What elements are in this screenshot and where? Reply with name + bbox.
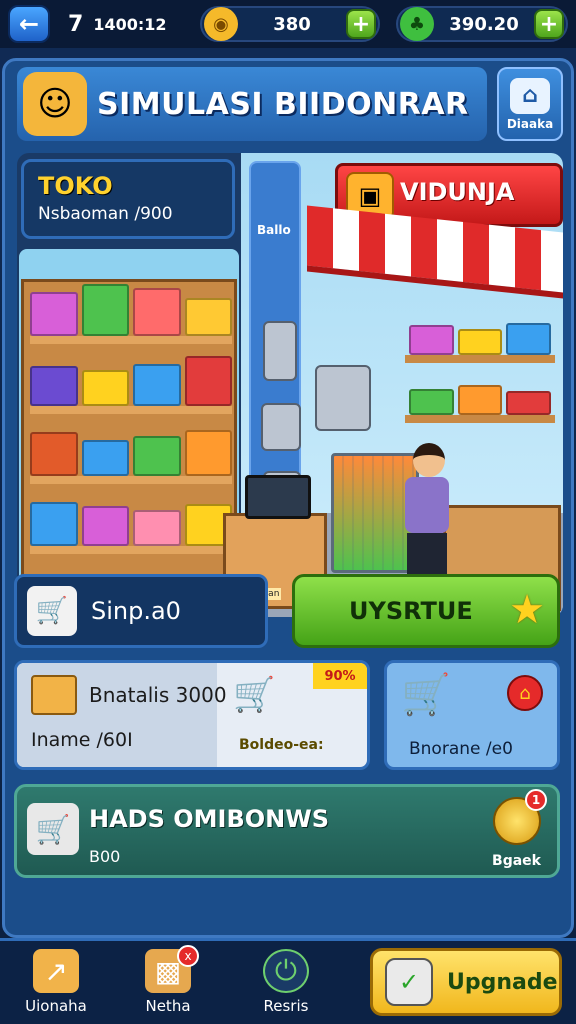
shop-badge-label: Diaaka bbox=[506, 116, 554, 131]
title-bar: ☺ SIMULASI BIIDONRAR bbox=[17, 67, 487, 141]
shelf-row bbox=[30, 424, 232, 484]
upgrade-button[interactable]: ✓ Upgnade bbox=[370, 948, 562, 1016]
gems-value: 390.20 bbox=[449, 13, 519, 35]
device-item bbox=[263, 321, 297, 381]
product-box bbox=[81, 440, 129, 476]
store-name: TOKO bbox=[38, 172, 113, 200]
shelf-row bbox=[405, 313, 555, 363]
left-shelf bbox=[21, 279, 237, 609]
product-box bbox=[409, 389, 454, 415]
device-item bbox=[261, 403, 301, 451]
left-shelf-area bbox=[19, 249, 239, 611]
cart-goods-icon: 🛒 bbox=[27, 586, 77, 636]
nav-label: Netha bbox=[145, 997, 191, 1015]
crate-icon: ▩ x bbox=[145, 945, 199, 993]
cart-card[interactable]: 🛒 ⌂ Bnorane /e0 bbox=[384, 660, 560, 770]
home-icon[interactable]: ⌂ bbox=[507, 675, 543, 711]
store-scene[interactable]: Ballo ▣ VIDUNJA TOKO Nsbaoman /900 bbox=[17, 153, 563, 617]
add-coins-button[interactable]: + bbox=[346, 9, 376, 39]
shop-badge-button[interactable]: ⌂ Diaaka bbox=[497, 67, 563, 141]
nav-item-uionaha[interactable]: ↗ Uionaha bbox=[16, 949, 96, 1023]
laptop-item[interactable] bbox=[245, 475, 311, 519]
product-box bbox=[133, 436, 181, 476]
coins-counter: ◉ 380 + bbox=[200, 6, 380, 42]
primary-action-button[interactable]: UYSRTUE ★ bbox=[292, 574, 560, 648]
atm-machine bbox=[315, 365, 371, 431]
discount-tag: 90% bbox=[313, 663, 367, 689]
side-panel-label: Ballo bbox=[257, 223, 291, 237]
crate-icon bbox=[31, 675, 77, 715]
product-box bbox=[133, 510, 181, 546]
primary-action-label: UYSRTUE bbox=[349, 597, 473, 625]
product-box bbox=[184, 298, 232, 336]
product-box bbox=[81, 506, 129, 546]
store-sign-text: VIDUNJA bbox=[400, 178, 515, 206]
shopping-cart-icon: 🛒 bbox=[401, 672, 451, 718]
box-arrow-icon: ↗ bbox=[33, 949, 79, 993]
upgrade-icon: ✓ bbox=[385, 958, 433, 1006]
right-shelf bbox=[405, 313, 555, 433]
cart-icon: 🛒 bbox=[27, 803, 79, 855]
nav-label: Resris bbox=[263, 997, 309, 1015]
goods-cart-icon: 🛒 bbox=[233, 675, 276, 715]
shelf-row bbox=[30, 354, 232, 414]
product-box bbox=[30, 366, 78, 406]
back-arrow-icon: ← bbox=[18, 10, 40, 38]
bonus-title: HADS OMIBONWS bbox=[89, 805, 329, 833]
level-display: 7 1400:12 bbox=[56, 7, 179, 41]
character-body bbox=[405, 477, 449, 533]
nav-item-netha[interactable]: ▩ x Netha bbox=[128, 945, 208, 1023]
bonus-banner[interactable]: 🛒 HADS OMIBONWS B00 1 Bgaek bbox=[14, 784, 560, 878]
product-card[interactable]: Bnatalis 3000 Iname /60I 🛒 Boldeo-ea: 90… bbox=[14, 660, 370, 770]
product-box bbox=[506, 391, 552, 415]
gems-counter: ♣ 390.20 + bbox=[396, 6, 568, 42]
sim-label: Sinp.a0 bbox=[91, 597, 181, 625]
store-info-card[interactable]: TOKO Nsbaoman /900 bbox=[21, 159, 235, 239]
product-box bbox=[30, 502, 78, 546]
product-box bbox=[457, 385, 503, 415]
store-icon: ⌂ bbox=[510, 77, 550, 114]
product-box bbox=[133, 288, 181, 336]
product-box bbox=[184, 356, 232, 406]
coins-value: 380 bbox=[273, 13, 311, 35]
bonus-count-badge: 1 bbox=[525, 789, 547, 811]
store-subtitle: Nsbaoman /900 bbox=[38, 204, 173, 224]
bonus-subtitle: B00 bbox=[89, 847, 121, 866]
product-box bbox=[81, 370, 129, 406]
back-button[interactable]: ← bbox=[8, 5, 50, 43]
product-name: Bnatalis 3000 bbox=[89, 683, 227, 707]
product-box bbox=[30, 432, 78, 476]
star-icon: ★ bbox=[509, 587, 545, 633]
bonus-coin-label: Bgaek bbox=[492, 853, 541, 869]
shelf-row bbox=[405, 373, 555, 423]
character-head bbox=[413, 443, 445, 477]
product-box bbox=[506, 323, 552, 355]
product-image-label: Boldeo-ea: bbox=[239, 737, 324, 753]
upgrade-label: Upgnade bbox=[447, 969, 558, 995]
power-icon: ⏻ bbox=[263, 949, 309, 993]
coin-icon: ◉ bbox=[204, 7, 238, 41]
product-box bbox=[184, 430, 232, 476]
game-screen: ← 7 1400:12 ◉ 380 + ♣ 390.20 + ☺ SIMULAS… bbox=[0, 0, 576, 1024]
level-number: 7 bbox=[68, 11, 84, 37]
product-subtitle: Iname /60I bbox=[31, 729, 133, 751]
nav-label: Uionaha bbox=[25, 997, 87, 1015]
mascot-icon: ☺ bbox=[23, 72, 87, 136]
shelf-row bbox=[30, 494, 232, 554]
sim-card[interactable]: 🛒 Sinp.a0 bbox=[14, 574, 268, 648]
nav-item-resris[interactable]: ⏻ Resris bbox=[246, 949, 326, 1023]
xp-value: 1400:12 bbox=[93, 14, 167, 34]
product-box bbox=[457, 329, 503, 355]
product-box bbox=[133, 364, 181, 406]
product-box bbox=[409, 325, 454, 355]
shelf-row bbox=[30, 284, 232, 344]
product-box bbox=[81, 284, 129, 336]
add-gems-button[interactable]: + bbox=[534, 9, 564, 39]
notification-badge: x bbox=[177, 945, 199, 967]
product-box bbox=[30, 292, 78, 336]
cart-label: Bnorane /e0 bbox=[409, 739, 513, 759]
clover-gem-icon: ♣ bbox=[400, 7, 434, 41]
page-title: SIMULASI BIIDONRAR bbox=[97, 86, 469, 122]
